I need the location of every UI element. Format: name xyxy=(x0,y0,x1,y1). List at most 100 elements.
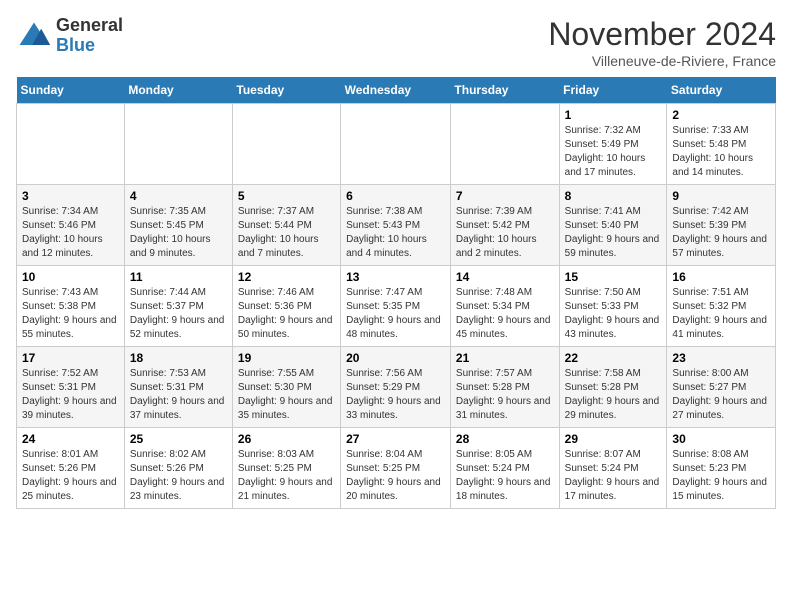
calendar-cell xyxy=(450,104,559,185)
column-header-wednesday: Wednesday xyxy=(341,77,451,104)
day-info: Sunrise: 8:02 AM Sunset: 5:26 PM Dayligh… xyxy=(130,448,227,504)
column-header-monday: Monday xyxy=(124,77,232,104)
calendar-week-5: 24 Sunrise: 8:01 AM Sunset: 5:26 PM Dayli… xyxy=(17,428,776,509)
calendar-cell: 2Sunrise: 7:33 AM Sunset: 5:48 PM Daylig… xyxy=(667,104,776,185)
calendar-week-2: 3 Sunrise: 7:34 AM Sunset: 5:46 PM Daylig… xyxy=(17,185,776,266)
calendar-cell: 3 Sunrise: 7:34 AM Sunset: 5:46 PM Daylig… xyxy=(17,185,125,266)
day-info: Sunrise: 8:05 AM Sunset: 5:24 PM Dayligh… xyxy=(456,448,554,504)
logo: General Blue xyxy=(16,16,123,56)
day-number: 22 xyxy=(565,351,662,365)
day-number: 18 xyxy=(130,351,227,365)
day-number: 11 xyxy=(130,270,227,284)
day-number: 29 xyxy=(565,432,662,446)
day-info: Sunrise: 8:01 AM Sunset: 5:26 PM Dayligh… xyxy=(22,448,119,504)
day-info: Sunrise: 7:39 AM Sunset: 5:42 PM Dayligh… xyxy=(456,205,554,261)
column-header-tuesday: Tuesday xyxy=(232,77,340,104)
calendar-cell: 15 Sunrise: 7:50 AM Sunset: 5:33 PM Dayli… xyxy=(559,266,667,347)
calendar-cell: 29 Sunrise: 8:07 AM Sunset: 5:24 PM Dayli… xyxy=(559,428,667,509)
day-number: 24 xyxy=(22,432,119,446)
day-number: 4 xyxy=(130,189,227,203)
day-info: Sunrise: 7:46 AM Sunset: 5:36 PM Dayligh… xyxy=(238,286,335,342)
day-number: 13 xyxy=(346,270,445,284)
calendar-cell xyxy=(17,104,125,185)
calendar-cell: 6 Sunrise: 7:38 AM Sunset: 5:43 PM Daylig… xyxy=(341,185,451,266)
calendar-cell: 25 Sunrise: 8:02 AM Sunset: 5:26 PM Dayli… xyxy=(124,428,232,509)
calendar-cell: 16 Sunrise: 7:51 AM Sunset: 5:32 PM Dayli… xyxy=(667,266,776,347)
day-number: 19 xyxy=(238,351,335,365)
calendar-cell: 8Sunrise: 7:41 AM Sunset: 5:40 PM Daylig… xyxy=(559,185,667,266)
calendar-cell: 20Sunrise: 7:56 AM Sunset: 5:29 PM Dayli… xyxy=(341,347,451,428)
day-number: 2 xyxy=(672,108,770,122)
day-info: Sunrise: 8:07 AM Sunset: 5:24 PM Dayligh… xyxy=(565,448,662,504)
logo-icon xyxy=(16,18,52,54)
day-info: Sunrise: 7:57 AM Sunset: 5:28 PM Dayligh… xyxy=(456,367,554,423)
day-info: Sunrise: 8:04 AM Sunset: 5:25 PM Dayligh… xyxy=(346,448,445,504)
calendar-week-1: 1Sunrise: 7:32 AM Sunset: 5:49 PM Daylig… xyxy=(17,104,776,185)
calendar-cell: 9 Sunrise: 7:42 AM Sunset: 5:39 PM Daylig… xyxy=(667,185,776,266)
column-header-friday: Friday xyxy=(559,77,667,104)
calendar-cell: 10Sunrise: 7:43 AM Sunset: 5:38 PM Dayli… xyxy=(17,266,125,347)
day-info: Sunrise: 7:48 AM Sunset: 5:34 PM Dayligh… xyxy=(456,286,554,342)
day-info: Sunrise: 7:34 AM Sunset: 5:46 PM Dayligh… xyxy=(22,205,119,261)
column-header-thursday: Thursday xyxy=(450,77,559,104)
day-info: Sunrise: 7:42 AM Sunset: 5:39 PM Dayligh… xyxy=(672,205,770,261)
day-number: 7 xyxy=(456,189,554,203)
day-number: 23 xyxy=(672,351,770,365)
calendar-cell xyxy=(232,104,340,185)
calendar-cell: 28 Sunrise: 8:05 AM Sunset: 5:24 PM Dayli… xyxy=(450,428,559,509)
day-info: Sunrise: 7:56 AM Sunset: 5:29 PM Dayligh… xyxy=(346,367,445,423)
day-number: 26 xyxy=(238,432,335,446)
calendar-cell: 30Sunrise: 8:08 AM Sunset: 5:23 PM Dayli… xyxy=(667,428,776,509)
calendar-cell: 22 Sunrise: 7:58 AM Sunset: 5:28 PM Dayli… xyxy=(559,347,667,428)
calendar-cell: 26 Sunrise: 8:03 AM Sunset: 5:25 PM Dayli… xyxy=(232,428,340,509)
calendar-cell: 12 Sunrise: 7:46 AM Sunset: 5:36 PM Dayli… xyxy=(232,266,340,347)
day-number: 12 xyxy=(238,270,335,284)
day-info: Sunrise: 7:37 AM Sunset: 5:44 PM Dayligh… xyxy=(238,205,335,261)
day-number: 28 xyxy=(456,432,554,446)
logo-text: General Blue xyxy=(56,16,123,56)
day-number: 27 xyxy=(346,432,445,446)
calendar-cell: 18 Sunrise: 7:53 AM Sunset: 5:31 PM Dayli… xyxy=(124,347,232,428)
day-number: 14 xyxy=(456,270,554,284)
day-info: Sunrise: 7:38 AM Sunset: 5:43 PM Dayligh… xyxy=(346,205,445,261)
day-number: 16 xyxy=(672,270,770,284)
calendar-table: SundayMondayTuesdayWednesdayThursdayFrid… xyxy=(16,77,776,509)
calendar-cell: 7 Sunrise: 7:39 AM Sunset: 5:42 PM Daylig… xyxy=(450,185,559,266)
day-info: Sunrise: 7:50 AM Sunset: 5:33 PM Dayligh… xyxy=(565,286,662,342)
day-info: Sunrise: 7:32 AM Sunset: 5:49 PM Dayligh… xyxy=(565,124,662,180)
day-info: Sunrise: 7:53 AM Sunset: 5:31 PM Dayligh… xyxy=(130,367,227,423)
day-info: Sunrise: 7:41 AM Sunset: 5:40 PM Dayligh… xyxy=(565,205,662,261)
day-info: Sunrise: 7:55 AM Sunset: 5:30 PM Dayligh… xyxy=(238,367,335,423)
day-info: Sunrise: 7:44 AM Sunset: 5:37 PM Dayligh… xyxy=(130,286,227,342)
calendar-cell: 27 Sunrise: 8:04 AM Sunset: 5:25 PM Dayli… xyxy=(341,428,451,509)
column-header-sunday: Sunday xyxy=(17,77,125,104)
day-number: 17 xyxy=(22,351,119,365)
day-info: Sunrise: 7:47 AM Sunset: 5:35 PM Dayligh… xyxy=(346,286,445,342)
day-number: 9 xyxy=(672,189,770,203)
day-info: Sunrise: 7:51 AM Sunset: 5:32 PM Dayligh… xyxy=(672,286,770,342)
location-subtitle: Villeneuve-de-Riviere, France xyxy=(548,53,776,69)
calendar-cell xyxy=(341,104,451,185)
calendar-cell: 14 Sunrise: 7:48 AM Sunset: 5:34 PM Dayli… xyxy=(450,266,559,347)
calendar-cell xyxy=(124,104,232,185)
calendar-cell: 5 Sunrise: 7:37 AM Sunset: 5:44 PM Daylig… xyxy=(232,185,340,266)
calendar-week-4: 17Sunrise: 7:52 AM Sunset: 5:31 PM Dayli… xyxy=(17,347,776,428)
calendar-week-3: 10Sunrise: 7:43 AM Sunset: 5:38 PM Dayli… xyxy=(17,266,776,347)
day-info: Sunrise: 8:03 AM Sunset: 5:25 PM Dayligh… xyxy=(238,448,335,504)
calendar-header-row: SundayMondayTuesdayWednesdayThursdayFrid… xyxy=(17,77,776,104)
day-number: 25 xyxy=(130,432,227,446)
day-number: 6 xyxy=(346,189,445,203)
day-number: 5 xyxy=(238,189,335,203)
calendar-cell: 21Sunrise: 7:57 AM Sunset: 5:28 PM Dayli… xyxy=(450,347,559,428)
calendar-cell: 1Sunrise: 7:32 AM Sunset: 5:49 PM Daylig… xyxy=(559,104,667,185)
day-info: Sunrise: 7:58 AM Sunset: 5:28 PM Dayligh… xyxy=(565,367,662,423)
calendar-cell: 4Sunrise: 7:35 AM Sunset: 5:45 PM Daylig… xyxy=(124,185,232,266)
calendar-cell: 11 Sunrise: 7:44 AM Sunset: 5:37 PM Dayli… xyxy=(124,266,232,347)
page-header: General Blue November 2024 Villeneuve-de… xyxy=(16,16,776,69)
day-number: 15 xyxy=(565,270,662,284)
calendar-cell: 19 Sunrise: 7:55 AM Sunset: 5:30 PM Dayli… xyxy=(232,347,340,428)
day-number: 3 xyxy=(22,189,119,203)
calendar-cell: 23Sunrise: 8:00 AM Sunset: 5:27 PM Dayli… xyxy=(667,347,776,428)
day-info: Sunrise: 8:08 AM Sunset: 5:23 PM Dayligh… xyxy=(672,448,770,504)
title-area: November 2024 Villeneuve-de-Riviere, Fra… xyxy=(548,16,776,69)
